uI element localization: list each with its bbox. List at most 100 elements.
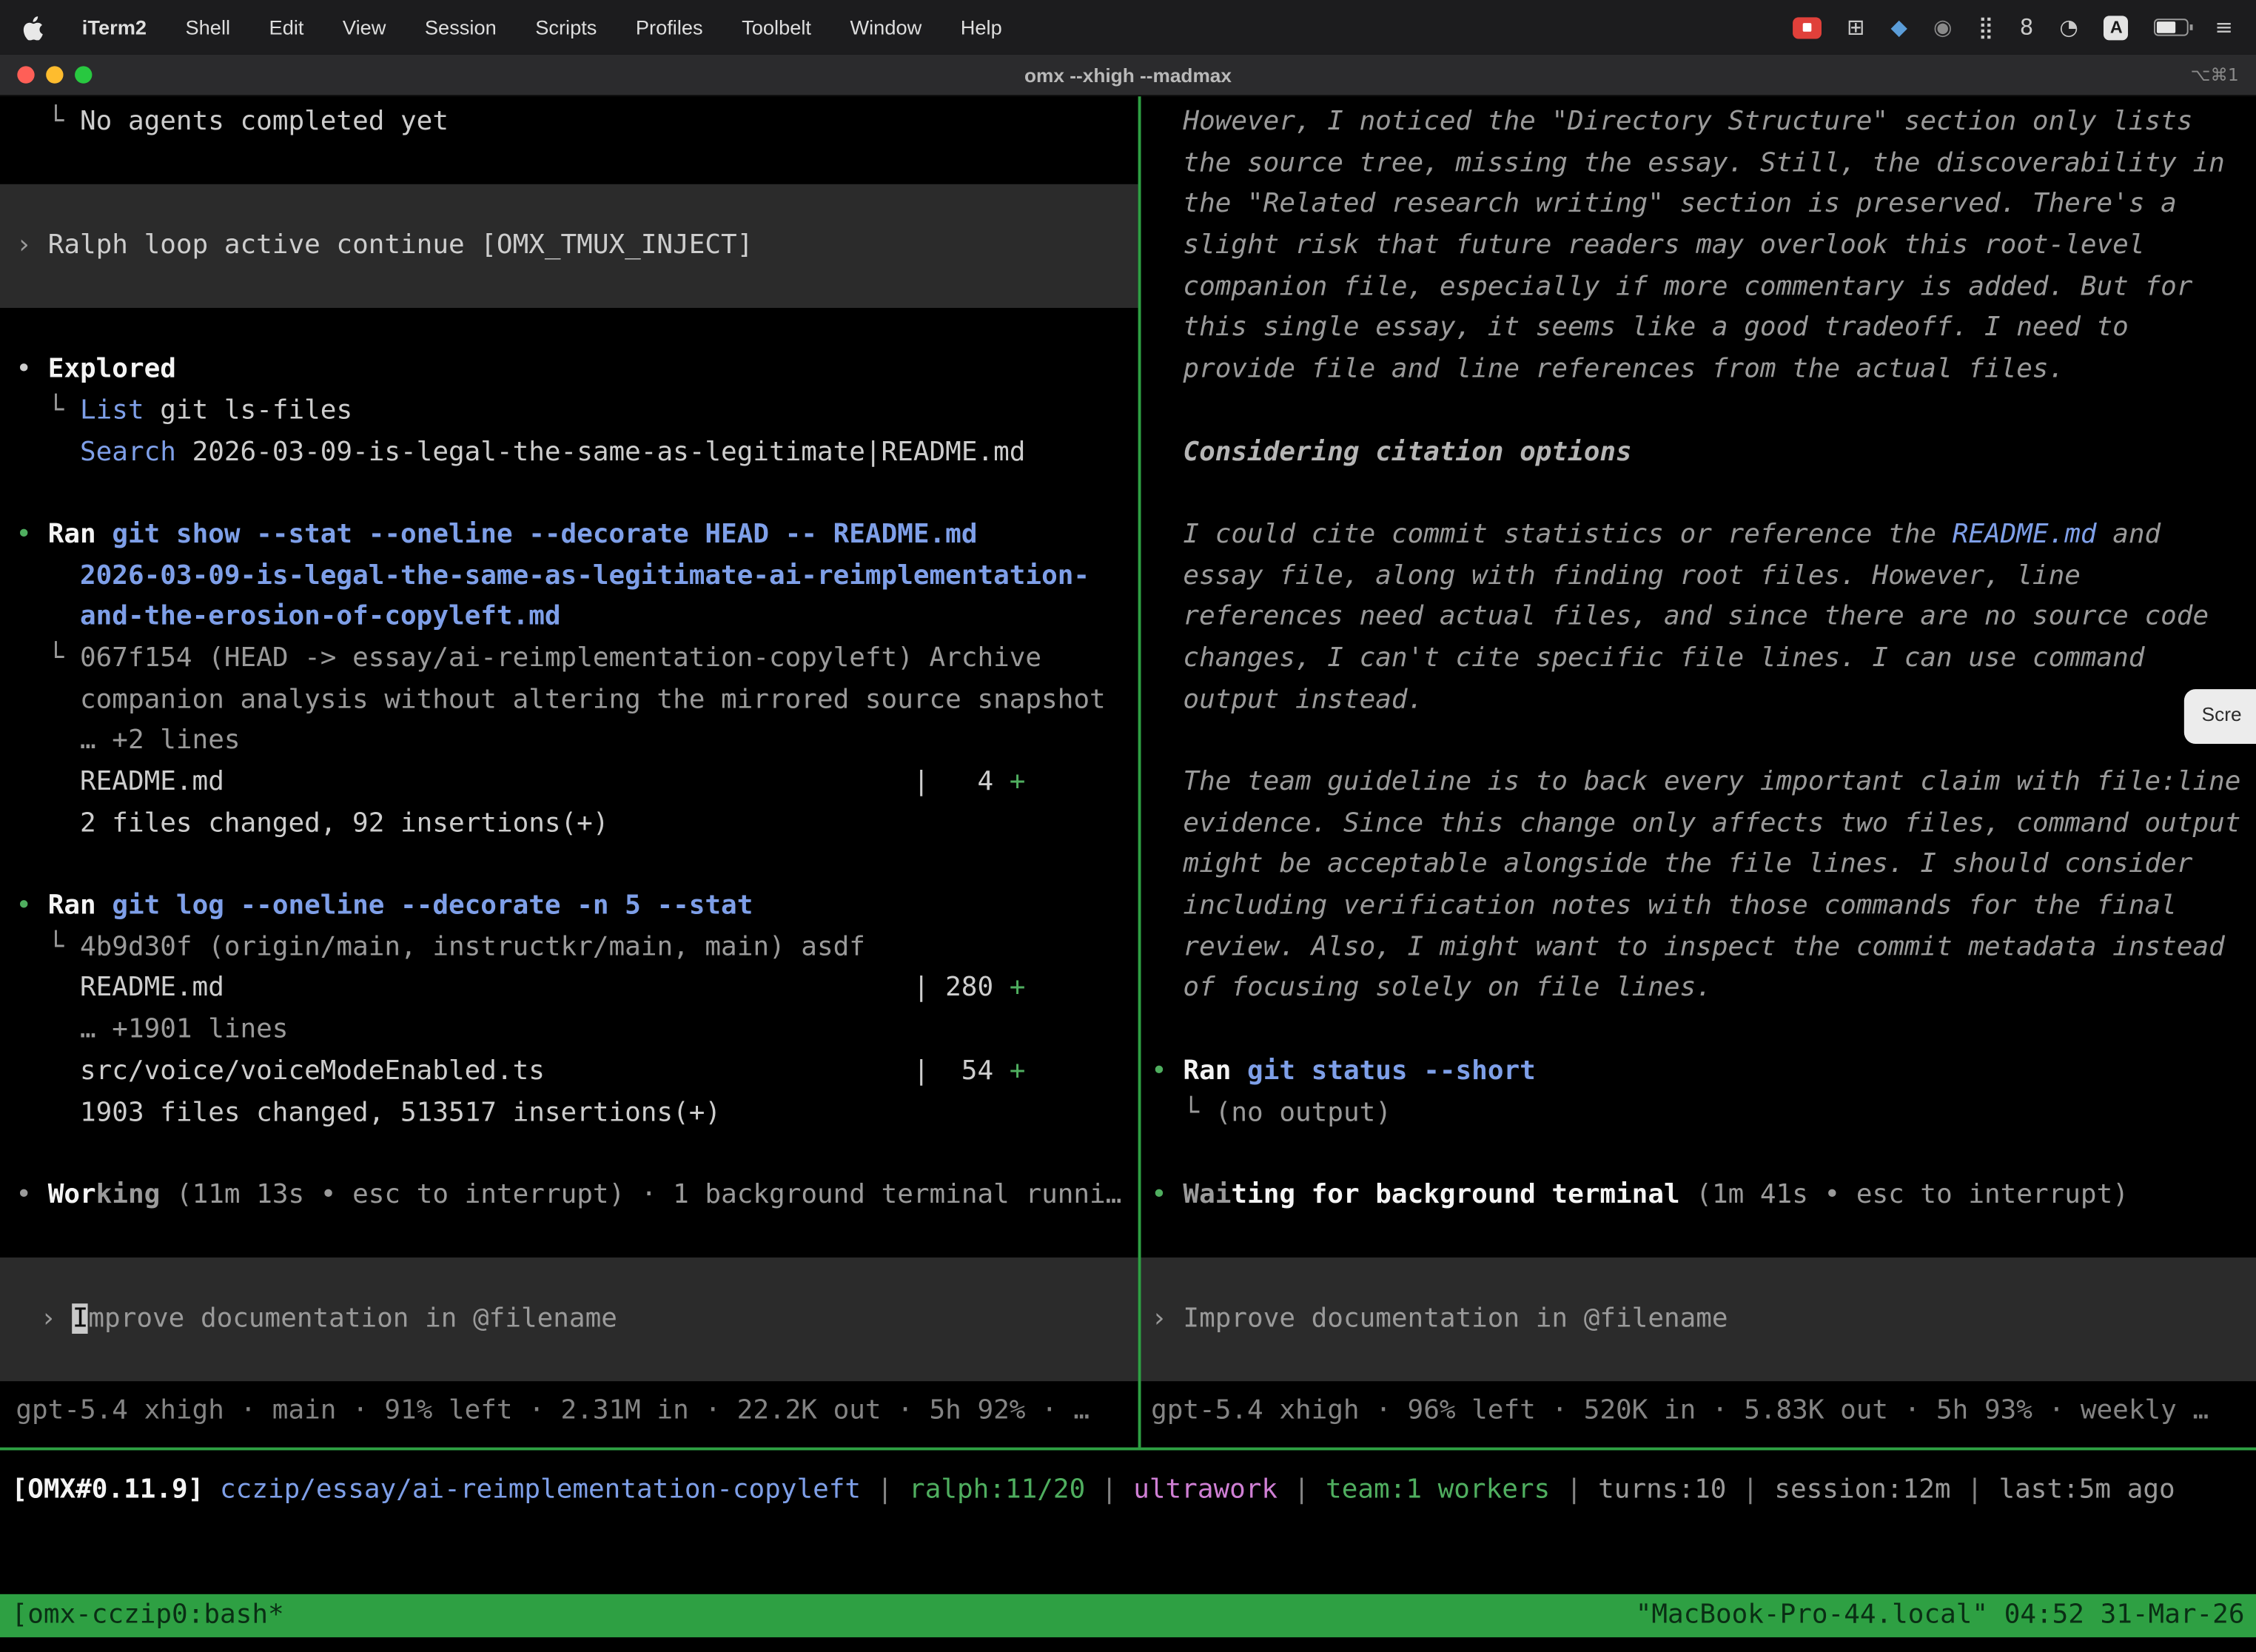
text-segment: companion file, especially if more comme…: [1151, 272, 2192, 302]
app-icon-blue[interactable]: ◆: [1891, 16, 1907, 38]
text-segment: |: [1951, 1474, 1999, 1505]
terminal-line: 2026-03-09-is-legal-the-same-as-legitima…: [16, 556, 1138, 597]
text-segment: Considering citation options: [1151, 437, 1632, 467]
menu-item-iterm2[interactable]: iTerm2: [82, 16, 147, 38]
menu-item-profiles[interactable]: Profiles: [636, 16, 703, 38]
tmux-status-bar: [omx-cczip0:bash* "MacBook-Pro-44.local"…: [0, 1594, 2256, 1637]
pane-right[interactable]: However, I noticed the "Directory Struct…: [1141, 96, 2256, 1447]
zoom-button[interactable]: [75, 66, 92, 83]
text-segment: git ls-files: [144, 395, 352, 426]
terminal-line: evidence. Since this change only affects…: [1151, 804, 2256, 845]
text-segment: ralph:11/20: [909, 1474, 1085, 1505]
menu-bar: iTerm2 Shell Edit View Session Scripts Profile…: [0, 0, 2256, 55]
menu-item-window[interactable]: Window: [850, 16, 921, 38]
terminal-line: README.md | 4 +: [16, 762, 1138, 804]
blank-line: [16, 845, 1138, 887]
menu-item-edit[interactable]: Edit: [269, 16, 304, 38]
terminal-line: └ No agents completed yet: [16, 102, 1138, 144]
terminal-line: • Explored: [16, 350, 1138, 392]
text-segment: references need actual files, and since …: [1151, 602, 2209, 632]
terminal-line: However, I noticed the "Directory Struct…: [1151, 102, 2256, 144]
bento-grid-icon[interactable]: ⊞: [1847, 16, 1864, 38]
terminal-line: 1903 files changed, 513517 insertions(+): [16, 1092, 1138, 1134]
text-segment: last:5m ago: [1999, 1474, 2175, 1505]
text-segment: •: [16, 890, 47, 921]
terminal-line: • Waiting for background terminal (1m 41…: [1151, 1175, 2256, 1217]
menu-status-icons: ⊞ ◆ ◉ ⣿ 8 ◔ A ≡: [1792, 15, 2233, 39]
dots-grid-icon[interactable]: ⣿: [1978, 16, 1993, 38]
terminal-line: review. Also, I might want to inspect th…: [1151, 927, 2256, 969]
screen-recording-stop-icon[interactable]: [1792, 16, 1821, 38]
battery-fill: [2158, 21, 2176, 33]
menu-item-toolbelt[interactable]: Toolbelt: [742, 16, 811, 38]
terminal-line: provide file and line references from th…: [1151, 350, 2256, 392]
text-segment: [16, 602, 80, 632]
blank-line: [16, 474, 1138, 515]
screen-tooltip[interactable]: Scre: [2184, 689, 2256, 743]
text-segment: |: [1726, 1474, 1774, 1505]
menu-item-scripts[interactable]: Scripts: [535, 16, 597, 38]
screen: iTerm2 Shell Edit View Session Scripts Profile…: [0, 0, 2256, 1652]
text-segment: [96, 520, 113, 550]
apple-menu-icon[interactable]: [23, 14, 43, 40]
text-segment: review. Also, I might want to inspect th…: [1151, 932, 2225, 962]
text-segment: List: [80, 395, 144, 426]
text-segment: gpt-5.4 xhigh · main · 91% left · 2.31M …: [16, 1396, 1090, 1426]
text-segment: •: [1151, 1055, 1183, 1086]
text-segment: companion analysis without altering the …: [16, 685, 1105, 715]
text-segment: +: [1010, 767, 1026, 797]
text-segment: gpt-5.4 xhigh · 96% left · 520K in · 5.8…: [1151, 1396, 2209, 1426]
text-segment: However, I noticed the "Directory Struct…: [1151, 107, 2192, 137]
terminal-line: README.md | 280 +: [16, 969, 1138, 1010]
window-title: omx --xhigh --madmax: [0, 64, 2256, 86]
pane-left[interactable]: └ No agents completed yet › Ralph loop a…: [0, 96, 1138, 1447]
blank-line: [16, 309, 1138, 350]
keypad-icon[interactable]: 8: [2020, 16, 2034, 38]
text-segment: might be acceptable alongside the file l…: [1151, 850, 2192, 880]
terminal-line: Considering citation options: [1151, 432, 2256, 474]
text-segment: (1m 41s • esc to interrupt): [1680, 1180, 2129, 1210]
menu-item-view[interactable]: View: [343, 16, 386, 38]
text-segment: (no output): [1215, 1097, 1391, 1127]
text-segment: git status --short: [1247, 1055, 1536, 1086]
omx-status-line: [OMX#0.11.9] cczip/essay/ai-reimplementa…: [12, 1471, 2175, 1512]
input-source-icon[interactable]: A: [2104, 15, 2129, 39]
text-segment: |: [1085, 1474, 1133, 1505]
blank-line: [16, 1134, 1138, 1175]
terminal-line: └ 4b9d30f (origin/main, instructkr/main,…: [16, 927, 1138, 969]
ralph-loop-banner[interactable]: › Ralph loop active continue [OMX_TMUX_I…: [0, 185, 1138, 309]
text-segment: [96, 890, 113, 921]
control-center-icon[interactable]: ≡: [2215, 16, 2232, 38]
app-icon-round[interactable]: ◉: [1933, 16, 1952, 38]
menu-item-shell[interactable]: Shell: [186, 16, 231, 38]
terminal-line: └ (no output): [1151, 1092, 2256, 1134]
window-shortcut-hint: ⌥⌘1: [2191, 64, 2239, 84]
composer-input[interactable]: › Improve documentation in @filename: [1141, 1258, 2256, 1381]
terminal-line: • Ran git log --oneline --decorate -n 5 …: [16, 887, 1138, 928]
band-text: › Improve documentation in @filename: [1151, 1299, 1728, 1340]
blank-line: [1151, 474, 2256, 515]
text-segment: README.md | 280: [16, 973, 1009, 1004]
menu-item-session[interactable]: Session: [425, 16, 497, 38]
text-segment: No agents completed yet: [80, 107, 449, 137]
text-segment: [16, 560, 80, 591]
text-segment: changes, I can't cite specific file line…: [1151, 643, 2144, 674]
gauge-icon[interactable]: ◔: [2059, 16, 2078, 38]
terminal-line: references need actual files, and since …: [1151, 597, 2256, 639]
text-segment: essay file, along with finding root file…: [1151, 560, 2081, 591]
battery-icon[interactable]: [2155, 19, 2189, 36]
text-segment: +: [1010, 973, 1026, 1004]
traffic-lights: [17, 66, 92, 83]
menu-item-help[interactable]: Help: [961, 16, 1002, 38]
terminal-line: might be acceptable alongside the file l…: [1151, 845, 2256, 887]
text-segment: provide file and line references from th…: [1151, 354, 2064, 384]
text-segment: git log --oneline --decorate -n 5 --stat: [112, 890, 753, 921]
minimize-button[interactable]: [46, 66, 63, 83]
text-segment: Explored: [48, 355, 176, 385]
text-segment: •: [16, 1180, 47, 1210]
composer-input[interactable]: › Improve documentation in @filename: [0, 1258, 1138, 1382]
tmux-session-label: [omx-cczip0:bash*: [12, 1595, 284, 1636]
text-segment: +: [1010, 1056, 1026, 1087]
title-bar[interactable]: omx --xhigh --madmax ⌥⌘1: [0, 55, 2256, 96]
close-button[interactable]: [17, 66, 34, 83]
